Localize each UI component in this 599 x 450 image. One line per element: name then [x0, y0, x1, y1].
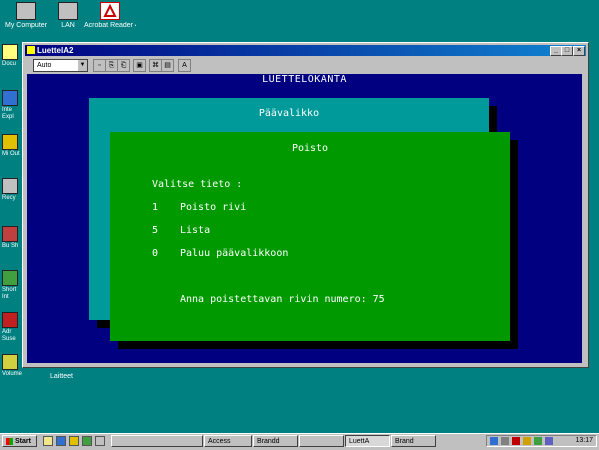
paste-tool-button[interactable]: ⎗	[117, 59, 130, 72]
shortcut-icon-3[interactable]: Adr Suse	[2, 312, 22, 343]
desktop-label-laitteet[interactable]: Laitteet	[50, 373, 73, 380]
window-titlebar[interactable]: LuettelA2 _ □ ×	[25, 45, 586, 56]
clock[interactable]: 13:17	[575, 436, 593, 446]
computer-icon	[16, 2, 36, 20]
acrobat-icon	[100, 2, 120, 20]
briefcase-icon	[2, 226, 18, 242]
recycle-bin-icon[interactable]: Recy	[2, 178, 22, 202]
taskbar-button-1[interactable]	[111, 435, 203, 447]
ie-icon	[2, 90, 18, 106]
app-icon	[2, 312, 18, 328]
delete-panel-title: Poisto	[291, 143, 329, 154]
select-prompt: Valitse tieto :	[152, 179, 243, 190]
chevron-down-icon: ▼	[78, 60, 87, 71]
delete-panel-shadow-side	[510, 140, 518, 349]
tray-app-icon[interactable]	[534, 437, 542, 445]
background-tool-button[interactable]: ▤	[161, 59, 174, 72]
option-list[interactable]: Lista	[180, 225, 210, 236]
maximize-button[interactable]: □	[561, 46, 573, 56]
folder-icon	[2, 44, 18, 60]
tray-monitor-icon[interactable]	[490, 437, 498, 445]
option-key-return[interactable]: 0	[152, 248, 158, 259]
quicklaunch-desktop-icon[interactable]	[43, 436, 53, 446]
quicklaunch-channels-icon[interactable]	[82, 436, 92, 446]
trash-icon	[2, 178, 18, 194]
taskbar-button-access[interactable]: Access	[204, 435, 252, 447]
taskbar-button-brand[interactable]: Brand	[391, 435, 436, 447]
option-return-main-menu[interactable]: Paluu päävalikkoon	[180, 248, 288, 259]
tray-keyboard-icon[interactable]	[545, 437, 553, 445]
window-title: LuettelA2	[37, 46, 74, 55]
delete-panel: Poisto Valitse tieto : 1 Poisto rivi 5 L…	[110, 132, 510, 341]
font-tool-button[interactable]: A	[178, 59, 191, 72]
taskbar-button-brandd[interactable]: Brandd	[253, 435, 298, 447]
tray-antivirus-icon[interactable]	[512, 437, 520, 445]
option-delete-row[interactable]: Poisto rivi	[180, 202, 246, 213]
fullscreen-tool-button[interactable]: ▣	[133, 59, 146, 72]
toolbar: Auto ▼ ▫ ⎘ ⎗ ▣ ⌘ ▤ A	[25, 57, 586, 73]
start-button[interactable]: Start	[2, 435, 37, 447]
shortcut-icon-2[interactable]: Short Int	[2, 270, 22, 301]
network-drive-icon	[58, 2, 78, 20]
taskbar-button-luetta[interactable]: LuettA	[345, 435, 390, 447]
documents-icon[interactable]: Docu	[2, 44, 22, 68]
quicklaunch-ie-icon[interactable]	[56, 436, 66, 446]
database-header: LUETTELOKANTA	[262, 74, 347, 85]
delete-panel-shadow	[118, 341, 518, 349]
quicklaunch-extra-icon[interactable]	[95, 436, 105, 446]
option-key-list[interactable]: 5	[152, 225, 158, 236]
row-number-input[interactable]: Anna poistettavan rivin numero: 75	[180, 294, 385, 305]
quicklaunch-outlook-icon[interactable]	[69, 436, 79, 446]
mail-icon	[2, 134, 18, 150]
shortcut-icon	[2, 270, 18, 286]
shortcut-icon-1[interactable]: Bu Sh	[2, 226, 22, 250]
acrobat-reader-icon[interactable]: Acrobat Reader 4.0	[84, 2, 136, 30]
outlook-icon[interactable]: Mi Out	[2, 134, 22, 158]
taskbar: Start Access Brandd LuettA Brand 13:17	[0, 433, 599, 450]
dos-window[interactable]: LuettelA2 _ □ × Auto ▼ ▫ ⎘ ⎗ ▣ ⌘ ▤ A LUE…	[22, 42, 589, 368]
internet-explorer-icon[interactable]: Inte Expl	[2, 90, 22, 121]
windows-logo-icon	[6, 437, 13, 445]
tray-network-icon[interactable]	[501, 437, 509, 445]
msdos-icon	[27, 46, 35, 54]
close-button[interactable]: ×	[573, 46, 585, 56]
main-menu-title: Päävalikko	[258, 108, 320, 119]
volume-icon[interactable]: Volume	[2, 354, 22, 378]
tray-volume-icon[interactable]	[523, 437, 531, 445]
drive-icon	[2, 354, 18, 370]
taskbar-button-4[interactable]	[299, 435, 344, 447]
font-size-select[interactable]: Auto ▼	[33, 59, 88, 72]
dos-screen[interactable]: LUETTELOKANTA Päävalikko Poisto Valitse …	[27, 74, 582, 363]
system-tray: 13:17	[486, 435, 597, 447]
option-key-delete-row[interactable]: 1	[152, 202, 158, 213]
